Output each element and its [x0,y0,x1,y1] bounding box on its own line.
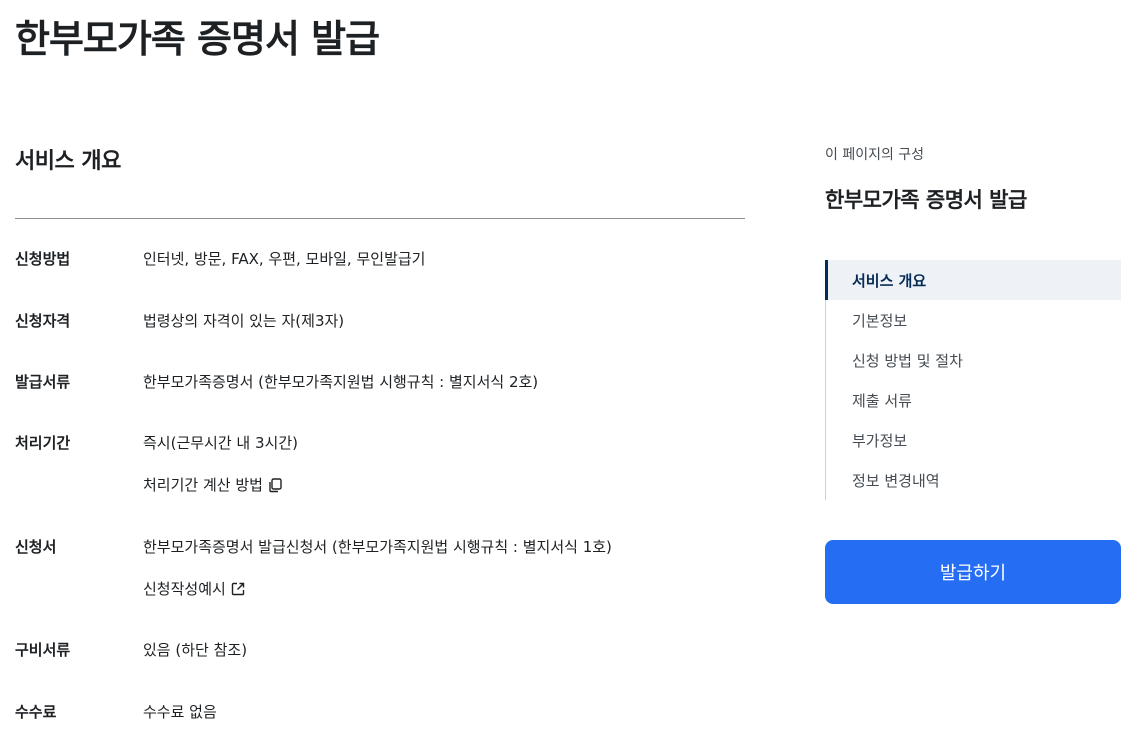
info-label: 구비서류 [15,641,71,659]
sidebar-caption: 이 페이지의 구성 [825,147,925,163]
info-value: 수수료 없음 [143,703,217,721]
copy-icon [269,477,282,492]
section-title: 서비스 개요 [15,149,121,174]
toc-item-service-overview[interactable]: 서비스 개요 [825,260,1121,300]
info-label: 수수료 [15,703,57,721]
info-value: 인터넷, 방문, FAX, 우편, 모바일, 무인발급기 [143,250,426,268]
page-title: 한부모가족 증명서 발급 [15,17,380,61]
table-of-contents: 서비스 개요 기본정보 신청 방법 및 절차 제출 서류 부가정보 정보 변경내… [825,260,1121,500]
info-value: 즉시(근무시간 내 3시간) [143,434,298,452]
sidebar-title: 한부모가족 증명서 발급 [825,188,1027,212]
toc-item-basic-info[interactable]: 기본정보 [826,300,1121,340]
info-value: 법령상의 자격이 있는 자(제3자) [143,312,345,330]
info-label: 신청방법 [15,250,71,268]
info-value: 있음 (하단 참조) [143,641,248,659]
info-label: 처리기간 [15,434,71,452]
info-label: 발급서류 [15,373,71,391]
info-value: 한부모가족증명서 발급신청서 (한부모가족지원법 시행규칙 : 별지서식 1호) [143,538,612,556]
issue-button[interactable]: 발급하기 [825,540,1121,604]
application-example-link[interactable]: 신청작성예시 [143,578,246,599]
toc-item-method-procedure[interactable]: 신청 방법 및 절차 [826,340,1121,380]
link-label: 신청작성예시 [143,580,226,598]
info-label: 신청서 [15,538,57,556]
service-overview: 서비스 개요 신청방법 인터넷, 방문, FAX, 우편, 모바일, 무인발급기… [15,140,745,721]
external-link-icon [231,582,245,595]
info-label: 신청자격 [15,312,71,330]
info-value: 한부모가족증명서 (한부모가족지원법 시행규칙 : 별지서식 2호) [143,373,539,391]
link-label: 처리기간 계산 방법 [143,476,263,494]
processing-time-calc-link[interactable]: 처리기간 계산 방법 [143,474,283,495]
toc-item-change-history[interactable]: 정보 변경내역 [826,460,1121,500]
toc-item-additional-info[interactable]: 부가정보 [826,420,1121,460]
toc-item-documents[interactable]: 제출 서류 [826,380,1121,420]
divider [15,218,745,219]
